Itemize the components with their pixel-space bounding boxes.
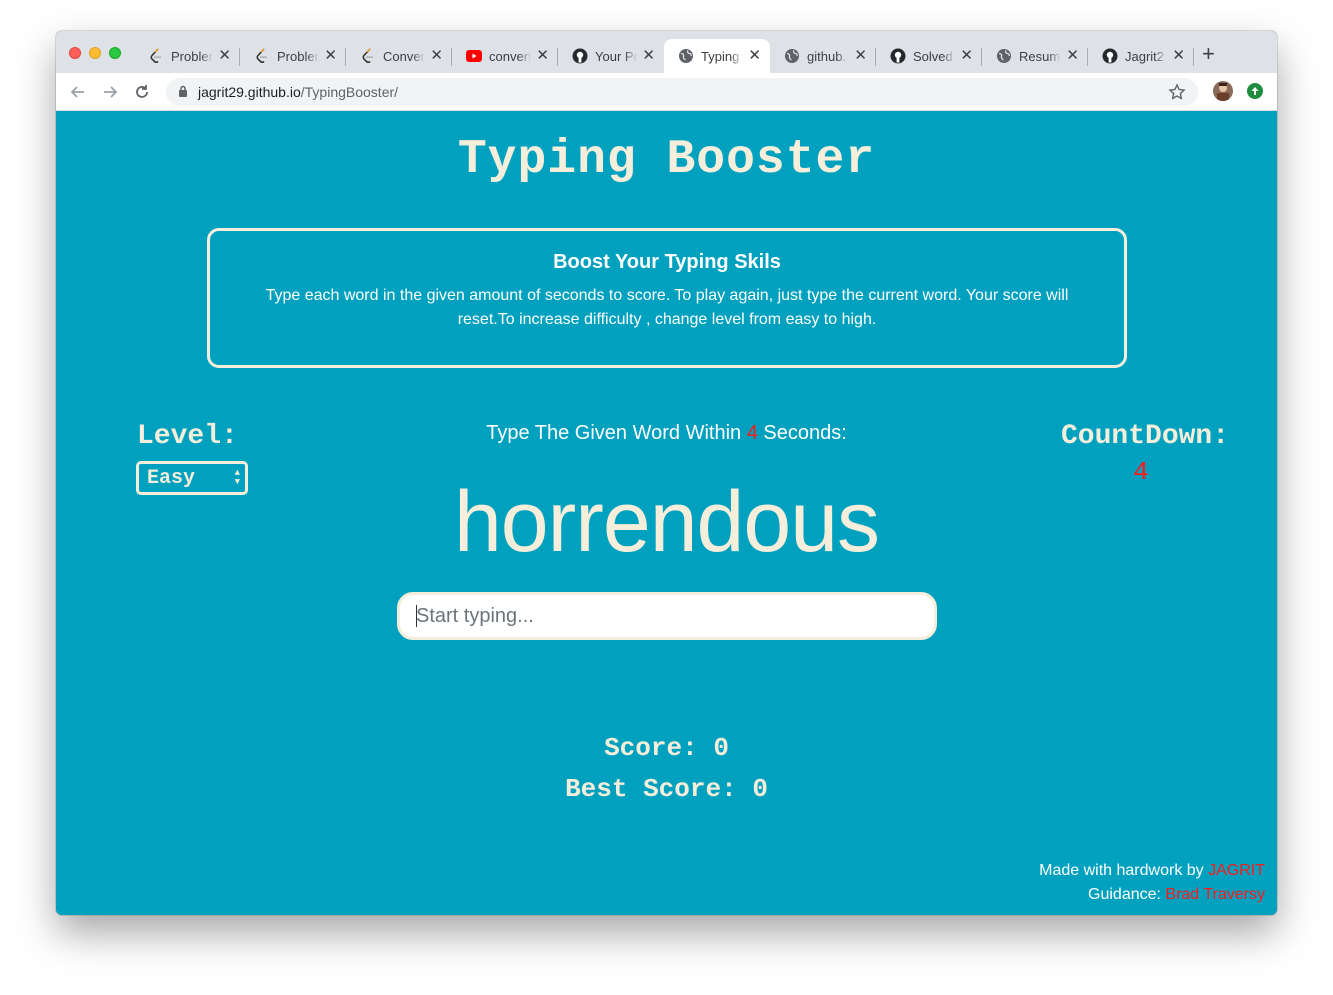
- tab-strip: Problem ✕ Problem ✕ Convert ✕ convert ✕ Your Pr ✕…: [56, 31, 1277, 73]
- browser-tab[interactable]: Solved ✕: [876, 39, 982, 73]
- new-tab-button[interactable]: +: [1202, 43, 1215, 65]
- tab-title: Jagrit2: [1125, 48, 1165, 64]
- minimize-window-button[interactable]: [89, 47, 101, 59]
- footer-guidance: Guidance: Brad Traversy: [1039, 883, 1265, 907]
- github-icon: [1102, 48, 1118, 64]
- instruction-seconds: 4: [746, 422, 758, 444]
- page-content: Typing Booster Boost Your Typing Skils T…: [56, 111, 1277, 915]
- footer-made-by: Made with hardwork by JAGRIT: [1039, 859, 1265, 883]
- countdown-label: CountDown:: [1061, 421, 1230, 452]
- arrow-left-icon: [70, 86, 84, 98]
- leetcode-icon: [148, 48, 164, 64]
- reload-button[interactable]: [132, 82, 152, 102]
- globe-icon: [678, 48, 694, 64]
- browser-tab[interactable]: Resume ✕: [982, 39, 1088, 73]
- browser-tab[interactable]: convert ✕: [452, 39, 558, 73]
- info-card: Boost Your Typing Skils Type each word i…: [207, 228, 1127, 368]
- tab-title: github.: [807, 48, 847, 64]
- leetcode-icon: [254, 48, 270, 64]
- tab-close-icon[interactable]: ✕: [642, 48, 655, 64]
- current-word: horrendous: [453, 474, 880, 570]
- browser-tab[interactable]: github. ✕: [770, 39, 876, 73]
- instruction-suffix: Seconds:: [763, 422, 847, 444]
- globe-icon: [996, 48, 1012, 64]
- back-button[interactable]: [68, 82, 88, 102]
- globe-icon: [784, 48, 800, 64]
- profile-avatar[interactable]: [1213, 81, 1233, 101]
- tab-close-icon[interactable]: ✕: [854, 48, 867, 64]
- browser-toolbar: jagrit29.github.io/TypingBooster/: [56, 73, 1277, 111]
- tab-title: Your Pr: [595, 48, 637, 64]
- tab-close-icon[interactable]: ✕: [960, 48, 973, 64]
- close-window-button[interactable]: [69, 47, 81, 59]
- tab-close-icon[interactable]: ✕: [218, 48, 231, 64]
- tab-close-icon[interactable]: ✕: [1172, 48, 1185, 64]
- youtube-icon: [466, 48, 482, 64]
- tab-title: Typing: [701, 48, 740, 64]
- browser-tab[interactable]: Convert ✕: [346, 39, 452, 73]
- best-score-line: Best Score: 0: [56, 774, 1277, 804]
- arrow-right-icon: [104, 86, 118, 98]
- card-title: Boost Your Typing Skils: [553, 251, 781, 273]
- author-link[interactable]: JAGRIT: [1208, 862, 1265, 879]
- tab-close-icon[interactable]: ✕: [1066, 48, 1079, 64]
- tab-title: Problem: [277, 48, 319, 64]
- guide-link[interactable]: Brad Traversy: [1165, 886, 1265, 903]
- github-icon: [890, 48, 906, 64]
- github-icon: [572, 48, 588, 64]
- leetcode-icon: [360, 48, 376, 64]
- score-value: 0: [713, 733, 729, 763]
- tab-close-icon[interactable]: ✕: [430, 48, 443, 64]
- browser-tab[interactable]: Problem ✕: [240, 39, 346, 73]
- best-score-value: 0: [752, 774, 768, 804]
- tab-title: convert: [489, 48, 531, 64]
- tab-separator: [1193, 48, 1194, 66]
- footer: Made with hardwork by JAGRIT Guidance: B…: [1039, 859, 1265, 907]
- bookmark-star-icon[interactable]: [1168, 83, 1186, 101]
- browser-window: Problem ✕ Problem ✕ Convert ✕ convert ✕ Your Pr ✕…: [56, 31, 1277, 915]
- score-line: Score: 0: [56, 733, 1277, 763]
- word-input[interactable]: [397, 592, 937, 640]
- best-score-label: Best Score:: [565, 774, 737, 804]
- footer-made-prefix: Made with hardwork by: [1039, 862, 1204, 879]
- page-title: Typing Booster: [457, 133, 876, 187]
- card-description: Type each word in the given amount of se…: [265, 287, 1069, 328]
- tab-title: Solved: [913, 48, 953, 64]
- instruction-prefix: Type The Given Word Within: [486, 422, 742, 444]
- forward-button[interactable]: [100, 82, 120, 102]
- extension-icon[interactable]: [1247, 83, 1263, 99]
- browser-tab[interactable]: Your Pr ✕: [558, 39, 664, 73]
- avatar-icon: [1217, 83, 1229, 101]
- footer-guidance-prefix: Guidance:: [1088, 886, 1161, 903]
- tab-title: Convert: [383, 48, 425, 64]
- arrow-up-icon: [1251, 87, 1259, 95]
- tab-close-icon[interactable]: ✕: [324, 48, 337, 64]
- tab-title: Resume: [1019, 48, 1061, 64]
- browser-tab[interactable]: Jagrit2 ✕: [1088, 39, 1194, 73]
- tab-title: Problem: [171, 48, 213, 64]
- reload-icon: [136, 85, 148, 98]
- url-text: jagrit29.github.io/TypingBooster/: [198, 84, 399, 100]
- lock-icon: [179, 85, 187, 97]
- zoom-window-button[interactable]: [109, 47, 121, 59]
- address-bar[interactable]: jagrit29.github.io/TypingBooster/: [166, 78, 1198, 106]
- browser-tab[interactable]: Typing ✕: [664, 39, 770, 73]
- tab-close-icon[interactable]: ✕: [748, 48, 761, 64]
- text-caret: [416, 605, 417, 627]
- browser-tab[interactable]: Problem ✕: [134, 39, 240, 73]
- tab-close-icon[interactable]: ✕: [536, 48, 549, 64]
- score-label: Score:: [604, 733, 698, 763]
